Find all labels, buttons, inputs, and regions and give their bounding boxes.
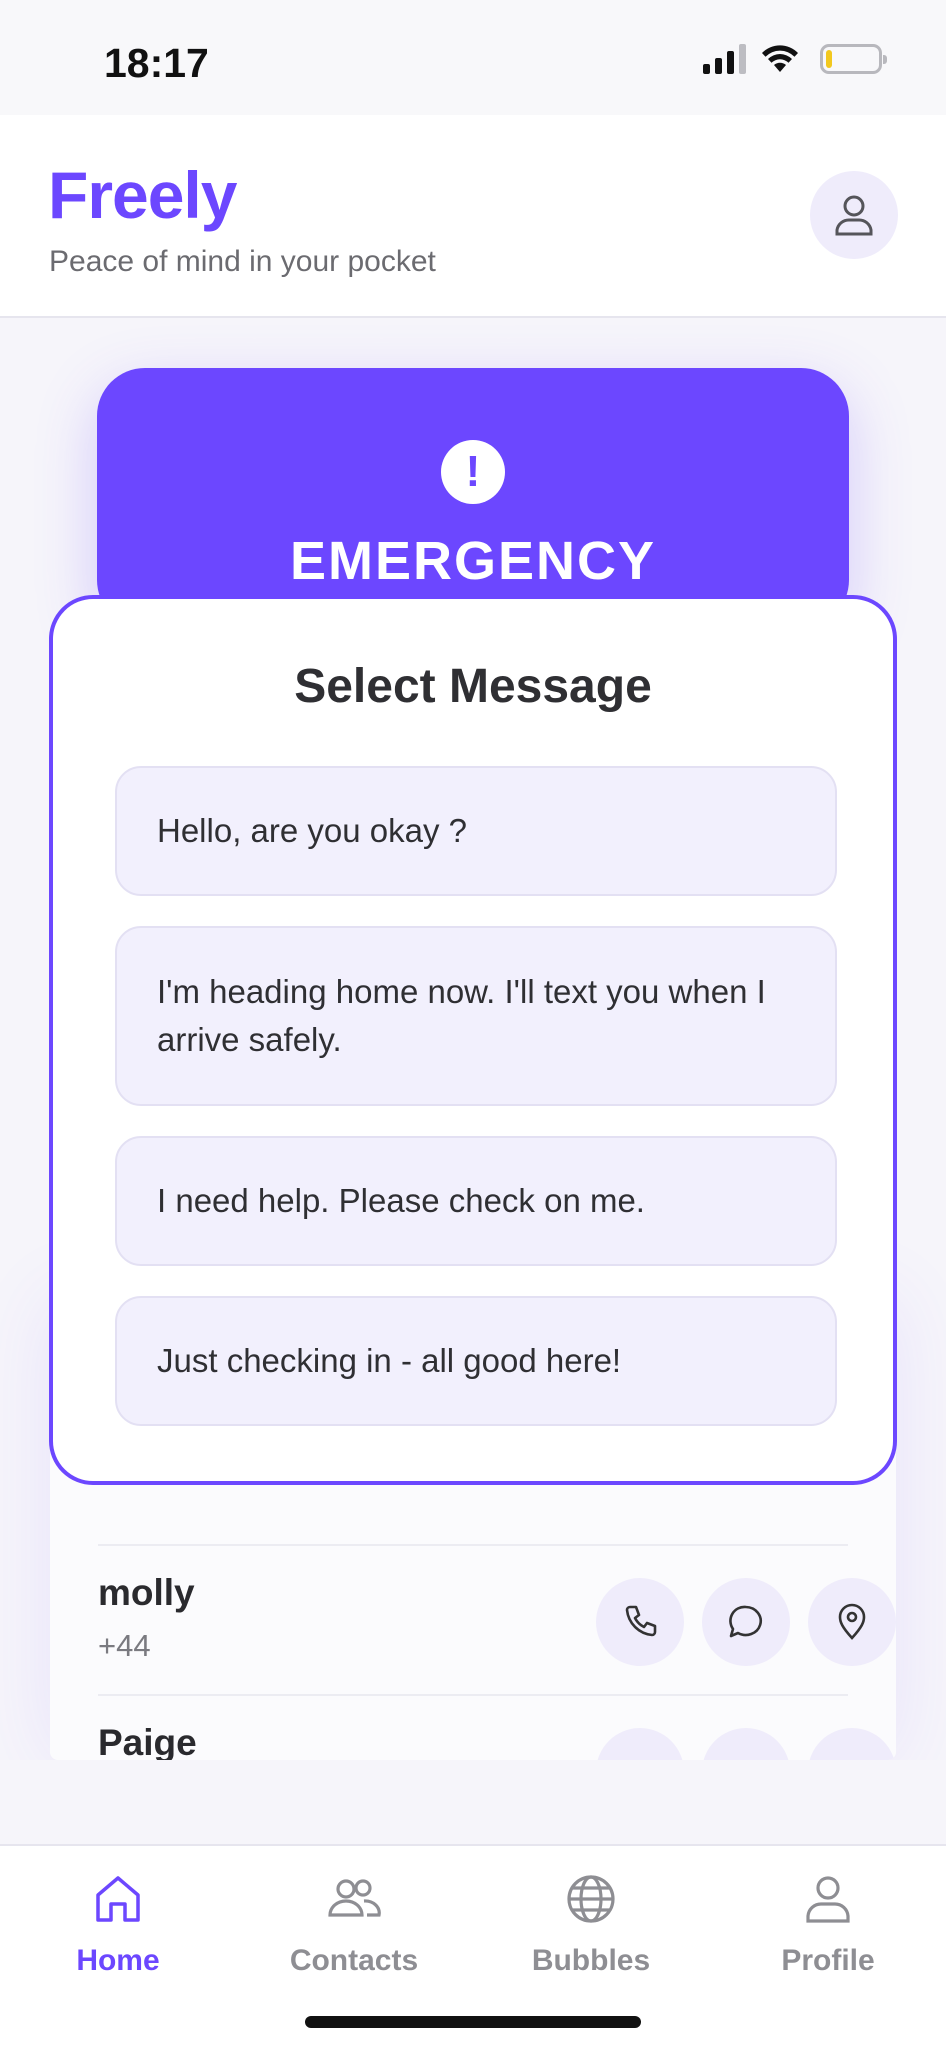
message-icon — [729, 1605, 762, 1638]
status-icons — [703, 44, 887, 74]
contact-name: Paige — [98, 1722, 197, 1760]
status-bar: 18:17 — [0, 0, 946, 115]
message-option[interactable]: I need help. Please check on me. — [115, 1136, 837, 1266]
contact-phone: +44 — [98, 1628, 151, 1663]
app-header: Freely Peace of mind in your pocket — [0, 115, 946, 318]
call-button[interactable] — [596, 1578, 684, 1666]
message-option[interactable]: Just checking in - all good here! — [115, 1296, 837, 1426]
profile-avatar-button[interactable] — [810, 171, 898, 259]
exclamation-icon: ! — [441, 440, 505, 504]
tab-label: Contacts — [289, 1944, 419, 1977]
emergency-label: EMERGENCY — [289, 531, 657, 591]
wifi-icon — [762, 45, 798, 72]
tab-profile[interactable]: Profile — [710, 1868, 946, 1978]
call-button[interactable] — [596, 1728, 684, 1760]
cellular-signal-icon — [703, 44, 746, 74]
tab-label: Bubbles — [531, 1944, 651, 1977]
select-message-modal: Select Message Hello, are you okay ? I'm… — [49, 595, 897, 1485]
app-title: Freely — [48, 158, 237, 232]
message-option[interactable]: I'm heading home now. I'll text you when… — [115, 926, 837, 1106]
status-time: 18:17 — [104, 40, 209, 86]
location-button[interactable] — [808, 1578, 896, 1666]
app-subtitle: Peace of mind in your pocket — [49, 245, 436, 278]
contact-name: molly — [98, 1572, 195, 1613]
contact-row[interactable]: Paige — [98, 1694, 896, 1760]
message-button[interactable] — [702, 1578, 790, 1666]
profile-icon — [806, 1876, 850, 1923]
message-button[interactable] — [702, 1728, 790, 1760]
tab-contacts[interactable]: Contacts — [236, 1868, 472, 1978]
home-icon — [96, 1876, 140, 1922]
emergency-button[interactable]: ! EMERGENCY — [97, 368, 849, 628]
modal-title: Select Message — [294, 660, 652, 713]
location-button[interactable] — [808, 1728, 896, 1760]
tab-home[interactable]: Home — [0, 1868, 236, 1978]
contacts-icon — [328, 1879, 381, 1917]
content-bottom-mask — [0, 1760, 946, 1845]
home-indicator — [305, 2016, 641, 2028]
location-icon — [838, 1603, 866, 1640]
globe-icon — [567, 1875, 615, 1923]
tab-label: Profile — [781, 1944, 875, 1977]
contact-row[interactable]: molly +44 — [98, 1544, 896, 1694]
tab-label: Home — [76, 1944, 160, 1977]
battery-icon — [820, 44, 887, 74]
message-option[interactable]: Hello, are you okay ? — [115, 766, 837, 896]
phone-icon — [625, 1605, 657, 1637]
user-icon — [835, 195, 873, 236]
tab-bubbles[interactable]: Bubbles — [473, 1868, 709, 1978]
